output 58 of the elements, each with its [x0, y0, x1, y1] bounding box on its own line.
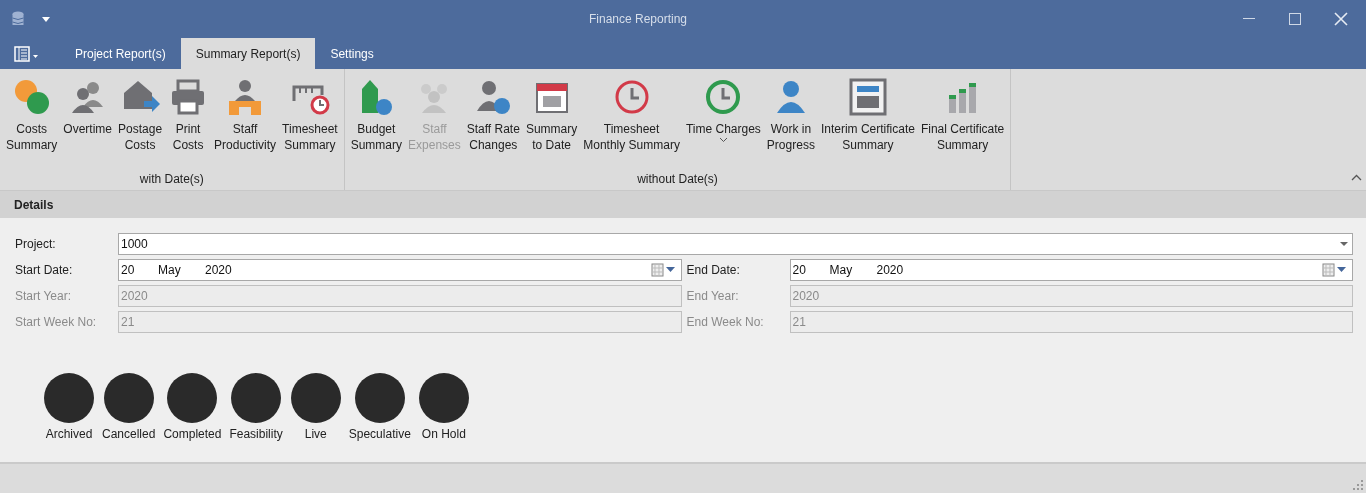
- status-dot: [103, 373, 154, 423]
- ribbon-button[interactable]: Work in Progress: [763, 77, 818, 172]
- field-label: End Year:: [686, 289, 740, 303]
- status-dot: [354, 373, 405, 423]
- group-label: without Date(s): [637, 172, 718, 188]
- legend-label: Completed: [163, 427, 222, 441]
- ribbon-button[interactable]: Staff Productivity: [211, 77, 280, 172]
- ribbon-button[interactable]: Postage Costs: [115, 77, 166, 172]
- legend-label: Cancelled: [102, 427, 156, 441]
- legend-label: On Hold: [421, 427, 466, 441]
- ribbon-button[interactable]: Budget Summary: [347, 77, 406, 172]
- resize-grip-icon[interactable]: [1353, 480, 1363, 490]
- ribbon-button[interactable]: Summary to Date: [522, 77, 581, 172]
- field-label: Start Date:: [15, 263, 74, 277]
- ribbon-button[interactable]: Interim Certificate Summary: [817, 77, 918, 172]
- status-dot: [44, 373, 94, 423]
- minimize-icon[interactable]: [1243, 18, 1255, 20]
- ribbon-tab[interactable]: Summary Report(s): [180, 38, 316, 69]
- ribbon-button[interactable]: Staff Rate Changes: [463, 77, 523, 172]
- calculator-icon: [847, 77, 888, 117]
- legend-label: Speculative: [348, 427, 411, 441]
- calendar-dropdown-icon[interactable]: [650, 263, 677, 277]
- dropdown-caret-icon[interactable]: [42, 16, 50, 22]
- status-dot: [418, 373, 469, 423]
- field-label: Project:: [15, 237, 57, 251]
- status-dot: [167, 373, 218, 423]
- date-field[interactable]: 20 May 2020: [789, 259, 1353, 281]
- close-icon[interactable]: [1334, 12, 1348, 26]
- field-label: Start Week No:: [15, 315, 98, 329]
- status-dot: [231, 373, 282, 423]
- collapse-ribbon-icon[interactable]: [1351, 174, 1362, 181]
- window-title: Finance Reporting: [587, 12, 689, 26]
- date-field[interactable]: 20 May 2020: [118, 259, 682, 281]
- chevron-down-icon: [718, 137, 728, 143]
- legend-label: Archived: [45, 427, 93, 441]
- ribbon-button[interactable]: Costs Summary: [3, 77, 61, 172]
- field-label: End Week No:: [686, 315, 765, 329]
- project-dropdown[interactable]: 1000: [118, 233, 1353, 255]
- section-header: Details: [0, 191, 1366, 218]
- legend-label: Feasibility: [229, 427, 283, 441]
- group-label: with Date(s): [139, 172, 204, 188]
- ribbon-button[interactable]: Timesheet Summary: [279, 77, 341, 172]
- ribbon-button[interactable]: Timesheet Monthly Summary: [580, 77, 683, 172]
- ribbon-tab[interactable]: Settings: [315, 38, 389, 69]
- maximize-icon[interactable]: [1289, 13, 1301, 25]
- ribbon-button[interactable]: Overtime: [60, 77, 116, 172]
- status-dot: [290, 373, 341, 423]
- ribbon-button[interactable]: Time Charges: [682, 77, 764, 172]
- database-icon[interactable]: [12, 11, 24, 27]
- legend-label: Live: [304, 427, 327, 441]
- field-label: End Date:: [686, 263, 741, 277]
- ribbon-button[interactable]: Final Certificate Summary: [917, 77, 1008, 172]
- dropdown-arrow-icon: [1340, 242, 1348, 246]
- field-label: Start Year:: [15, 289, 73, 303]
- calendar-dropdown-icon[interactable]: [1322, 263, 1348, 277]
- ribbon-button[interactable]: Print Costs: [165, 77, 212, 172]
- menu-icon[interactable]: [14, 46, 40, 62]
- ribbon-tab[interactable]: Project Report(s): [60, 38, 181, 69]
